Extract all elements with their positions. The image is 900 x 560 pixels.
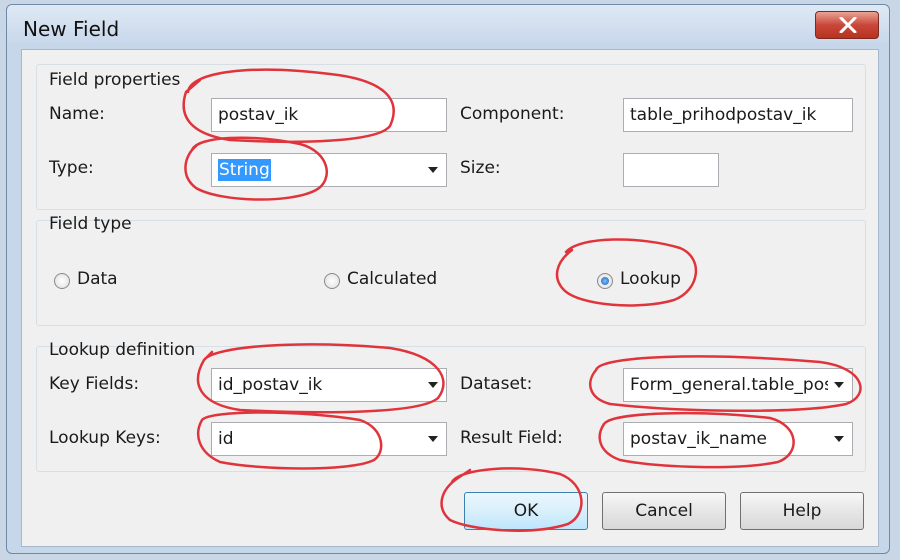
size-field[interactable] [623,153,719,187]
lookup-definition-legend: Lookup definition [49,340,196,360]
lookup-keys-value: id [218,429,234,449]
chevron-down-icon[interactable] [424,369,442,401]
radio-data-label[interactable]: Data [77,269,118,289]
component-label: Component: [460,104,565,124]
radio-lookup[interactable] [597,273,613,289]
cancel-button[interactable]: Cancel [602,492,726,530]
chevron-down-icon[interactable] [830,423,848,455]
field-type-legend: Field type [49,214,132,234]
dataset-select[interactable]: Form_general.table_pos [623,368,853,402]
dataset-label: Dataset: [460,374,533,394]
ok-button[interactable]: OK [464,492,588,530]
key-fields-value: id_postav_ik [218,375,323,395]
name-label: Name: [49,104,105,124]
dataset-value: Form_general.table_pos [630,375,828,395]
radio-calculated-label[interactable]: Calculated [347,269,437,289]
chevron-down-icon[interactable] [424,423,442,455]
result-field-select[interactable]: postav_ik_name [623,422,853,456]
radio-data[interactable] [54,273,70,289]
component-field[interactable]: table_prihodpostav_ik [623,98,853,132]
lookup-keys-label: Lookup Keys: [49,428,161,448]
size-label: Size: [460,158,501,178]
radio-calculated[interactable] [324,273,340,289]
close-icon [839,17,857,33]
lookup-keys-select[interactable]: id [211,422,447,456]
field-properties-legend: Field properties [49,70,181,90]
type-label: Type: [49,158,94,178]
new-field-dialog: New Field Field properties Name: postav_… [6,4,890,554]
dialog-client-area: Field properties Name: postav_ik Compone… [21,49,879,547]
field-type-group [36,220,866,326]
window-title: New Field [23,17,120,41]
type-value: String [218,159,271,181]
chevron-down-icon[interactable] [830,369,848,401]
name-field[interactable]: postav_ik [211,98,447,132]
help-button[interactable]: Help [740,492,864,530]
result-field-value: postav_ik_name [630,429,767,449]
result-field-label: Result Field: [460,428,563,448]
type-select[interactable]: String [211,153,447,187]
radio-lookup-label[interactable]: Lookup [620,269,681,289]
key-fields-label: Key Fields: [49,374,140,394]
key-fields-select[interactable]: id_postav_ik [211,368,447,402]
chevron-down-icon[interactable] [424,154,442,186]
close-button[interactable] [815,11,879,39]
